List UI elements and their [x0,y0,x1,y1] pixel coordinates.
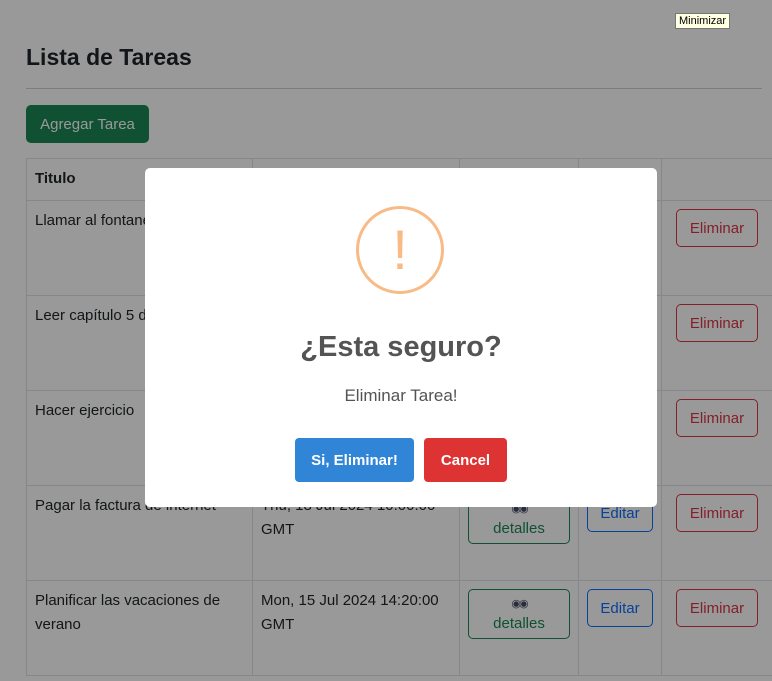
minimize-tooltip: Minimizar [675,13,731,29]
dialog-message: Eliminar Tarea! [344,386,458,405]
confirm-dialog: ! ¿Esta seguro? Eliminar Tarea! Si, Elim… [145,168,657,507]
dialog-title: ¿Esta seguro? [300,331,502,363]
confirm-delete-button[interactable]: Si, Eliminar! [295,438,414,482]
cancel-button[interactable]: Cancel [424,438,507,482]
warning-icon: ! [356,206,444,294]
